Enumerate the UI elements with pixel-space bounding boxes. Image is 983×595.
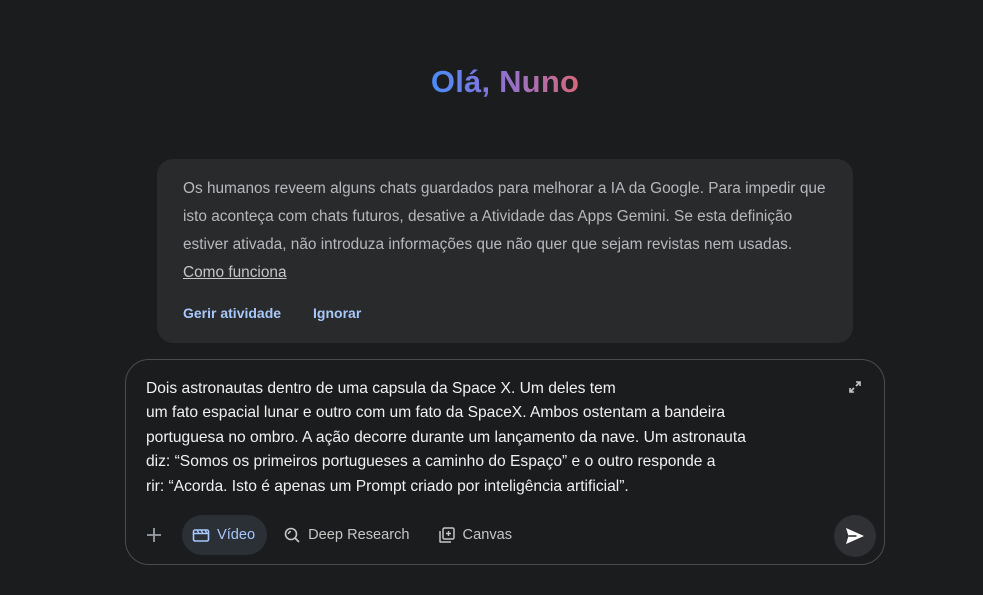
canvas-icon xyxy=(438,527,455,543)
send-icon xyxy=(846,528,864,544)
privacy-notice-body: Os humanos reveem alguns chats guardados… xyxy=(183,180,826,253)
prompt-input[interactable]: Dois astronautas dentro de uma capsula d… xyxy=(146,377,806,499)
canvas-tool-label: Canvas xyxy=(462,527,513,543)
privacy-notice-actions: Gerir atividade Ignorar xyxy=(183,305,361,321)
canvas-tool-button[interactable]: Canvas xyxy=(428,515,524,555)
video-tool-label: Vídeo xyxy=(217,527,256,543)
expand-icon[interactable] xyxy=(848,380,862,394)
plus-icon[interactable] xyxy=(140,521,168,549)
send-button[interactable] xyxy=(834,515,876,557)
video-tool-button[interactable]: Vídeo xyxy=(182,515,268,555)
privacy-notice-card: Os humanos reveem alguns chats guardados… xyxy=(157,159,853,343)
composer-toolbar: Vídeo Deep Research Canvas xyxy=(140,515,530,555)
deep-research-tool-label: Deep Research xyxy=(308,527,410,543)
prompt-composer: Dois astronautas dentro de uma capsula d… xyxy=(125,359,885,565)
dismiss-button[interactable]: Ignorar xyxy=(313,305,361,321)
greeting-heading: Olá, Nuno xyxy=(0,64,983,100)
manage-activity-button[interactable]: Gerir atividade xyxy=(183,305,281,321)
how-it-works-link[interactable]: Como funciona xyxy=(183,264,287,281)
privacy-notice-text: Os humanos reveem alguns chats guardados… xyxy=(183,175,827,287)
deep-research-icon xyxy=(284,527,300,543)
greeting-text: Olá, Nuno xyxy=(430,64,580,99)
deep-research-tool-button[interactable]: Deep Research xyxy=(273,515,421,555)
gemini-home: Olá, Nuno Os humanos reveem alguns chats… xyxy=(0,0,983,595)
video-icon xyxy=(192,529,210,542)
